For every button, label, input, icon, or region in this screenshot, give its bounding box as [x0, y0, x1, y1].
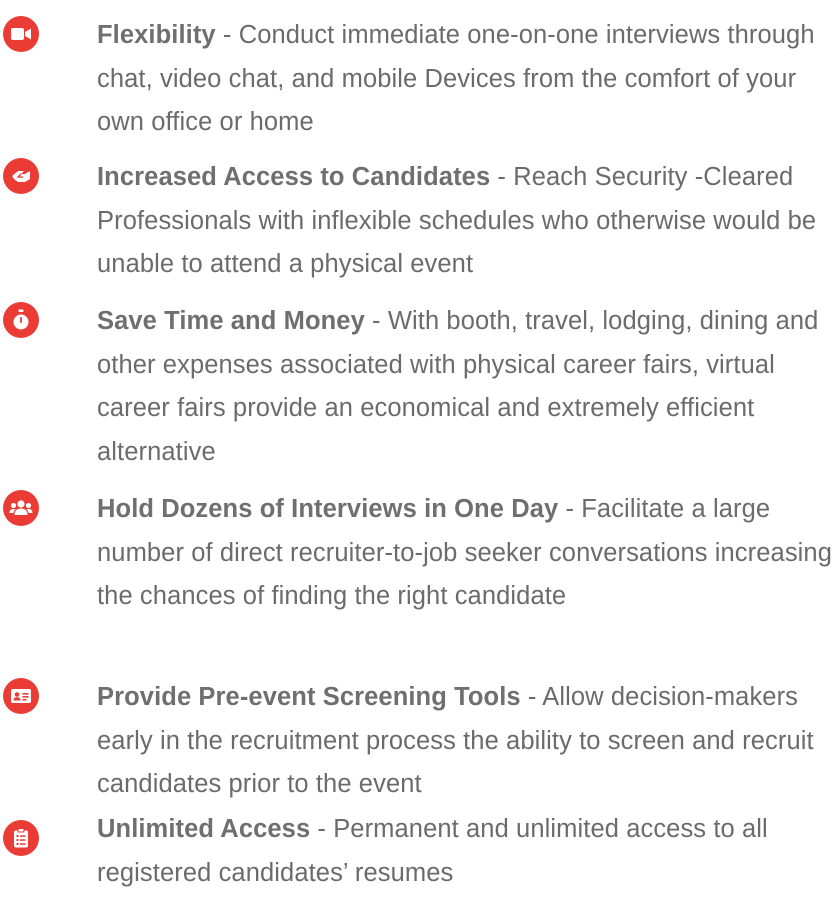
- feature-title: Unlimited Access: [97, 815, 311, 843]
- feature-separator: -: [364, 307, 388, 335]
- feature-text: Unlimited Access - Permanent and unlimit…: [97, 808, 839, 895]
- feature-separator: -: [310, 815, 334, 843]
- feature-list: Flexibility - Conduct immediate one-on-o…: [0, 0, 839, 899]
- feature-text: Flexibility - Conduct immediate one-on-o…: [97, 14, 839, 145]
- feature-title: Hold Dozens of Interviews in One Day: [97, 495, 559, 523]
- feature-title: Flexibility: [97, 21, 216, 49]
- feature-title: Increased Access to Candidates: [97, 163, 491, 191]
- feature-separator: -: [558, 495, 582, 523]
- id-card-icon: [3, 678, 39, 714]
- feature-separator: -: [215, 21, 239, 49]
- stopwatch-icon: [3, 302, 39, 338]
- clipboard-list-icon: [3, 820, 39, 856]
- feature-text: Increased Access to Candidates - Reach S…: [97, 156, 839, 287]
- feature-separator: -: [520, 683, 543, 711]
- feature-title: Provide Pre-event Screening Tools: [97, 683, 521, 711]
- feature-text: Provide Pre-event Screening Tools - Allo…: [97, 676, 839, 807]
- feature-title: Save Time and Money: [97, 307, 365, 335]
- users-icon: [3, 490, 39, 526]
- feature-text: Hold Dozens of Interviews in One Day - F…: [97, 488, 839, 619]
- feature-text: Save Time and Money - With booth, travel…: [97, 300, 839, 474]
- feature-separator: -: [490, 163, 514, 191]
- video-camera-icon: [3, 16, 39, 52]
- handshake-icon: [3, 158, 39, 194]
